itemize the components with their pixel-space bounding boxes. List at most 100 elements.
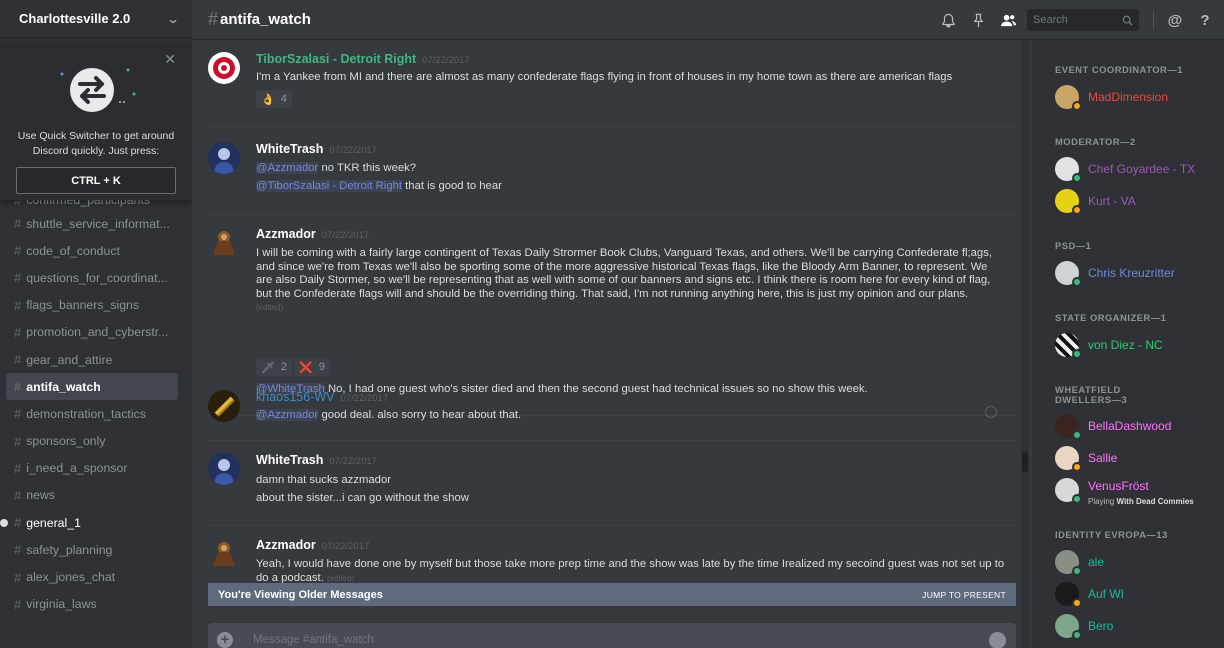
scrollbar-thumb[interactable] bbox=[1022, 452, 1028, 472]
pin-icon[interactable] bbox=[963, 13, 993, 28]
user-mention[interactable]: @TiborSzalasi - Detroit Right bbox=[256, 180, 403, 192]
channel-item[interactable]: # code_of_conduct bbox=[6, 237, 178, 264]
status-indicator bbox=[1072, 173, 1082, 183]
message-author[interactable]: Azzmador bbox=[256, 227, 316, 241]
hash-icon: # bbox=[14, 379, 22, 395]
reaction-count: 4 bbox=[280, 93, 287, 105]
message-author[interactable]: WhiteTrash bbox=[256, 453, 323, 467]
avatar[interactable] bbox=[208, 538, 240, 570]
status-indicator bbox=[1072, 101, 1082, 111]
reaction[interactable]: ❌ 9 bbox=[294, 358, 330, 376]
hash-icon: # bbox=[14, 297, 22, 313]
discord-app: Charlottesville 2.0 ⌄ ✕ Use Quick Switch… bbox=[0, 0, 1224, 648]
member-item[interactable]: Kurt - VA bbox=[1055, 188, 1136, 215]
message-timestamp: 07/22/2017 bbox=[422, 55, 470, 66]
scrollbar-track[interactable] bbox=[1021, 40, 1029, 648]
channel-item-unread[interactable]: # general_1 bbox=[0, 509, 178, 536]
message-text: I will be coming with a fairly large con… bbox=[256, 247, 1001, 301]
message-text-fragment: that is good to hear bbox=[402, 180, 502, 192]
channel-name: general_1 bbox=[26, 515, 81, 530]
search-input[interactable]: Search bbox=[1027, 9, 1139, 31]
message-author[interactable]: WhiteTrash bbox=[256, 142, 323, 156]
reaction[interactable]: 👌 4 bbox=[256, 90, 292, 108]
channel-item[interactable]: # virginia_laws bbox=[6, 591, 178, 618]
member-item[interactable]: Chef Goyardee - TX bbox=[1055, 156, 1195, 183]
status-indicator bbox=[1072, 205, 1082, 215]
channel-name: demonstration_tactics bbox=[26, 406, 146, 421]
channel-name: virginia_laws bbox=[26, 597, 97, 612]
help-icon[interactable]: ? bbox=[1190, 12, 1220, 29]
member-item[interactable]: Bero bbox=[1055, 613, 1114, 640]
member-item[interactable]: BellaDashwood bbox=[1055, 413, 1171, 440]
message-text-fragment: good deal. also sorry to hear about that… bbox=[318, 409, 522, 421]
member-name: Sallie bbox=[1088, 451, 1118, 465]
channel-item[interactable]: # flags_banners_signs bbox=[6, 292, 178, 319]
message-author[interactable]: Azzmador bbox=[256, 538, 316, 552]
member-item[interactable]: Sallie bbox=[1055, 445, 1118, 472]
add-reaction-icon[interactable] bbox=[985, 406, 997, 418]
status-indicator bbox=[1072, 566, 1082, 576]
channel-header: # antifa_watch Search @ ? bbox=[192, 0, 1224, 40]
channel-item[interactable]: # demonstration_tactics bbox=[6, 400, 178, 427]
user-mention[interactable]: @Azzmador bbox=[256, 162, 319, 174]
chevron-down-icon[interactable]: ⌄ bbox=[166, 12, 180, 26]
cross-icon: ❌ bbox=[299, 361, 313, 374]
emoji-picker-icon[interactable] bbox=[989, 632, 1006, 648]
channel-item[interactable]: # safety_planning bbox=[6, 536, 178, 563]
message-list: TiborSzalasi - Detroit Right 07/22/2017 … bbox=[192, 40, 1032, 648]
members-icon[interactable] bbox=[993, 13, 1023, 28]
avatar[interactable] bbox=[208, 453, 240, 485]
channel-item[interactable]: # sponsors_only bbox=[6, 428, 178, 455]
message-author[interactable]: khaos156-WV bbox=[256, 390, 335, 404]
member-item[interactable]: ale bbox=[1055, 549, 1104, 576]
channel-item[interactable]: # i_need_a_sponsor bbox=[6, 455, 178, 482]
avatar bbox=[1055, 582, 1082, 608]
role-header: PSD—1 bbox=[1055, 240, 1092, 251]
channel-item[interactable]: # questions_for_coordinat... bbox=[6, 264, 178, 291]
avatar[interactable] bbox=[208, 227, 240, 259]
avatar bbox=[1055, 333, 1082, 359]
channel-item[interactable]: # shuttle_service_informat... bbox=[6, 210, 178, 237]
avatar[interactable] bbox=[208, 52, 240, 84]
role-header: MODERATOR—2 bbox=[1055, 136, 1136, 147]
member-item[interactable]: MadDimension bbox=[1055, 84, 1168, 111]
channel-name: i_need_a_sponsor bbox=[26, 461, 128, 476]
member-name: Bero bbox=[1088, 619, 1114, 633]
channel-item[interactable]: # alex_jones_chat bbox=[6, 563, 178, 590]
reaction-count: 2 bbox=[280, 361, 288, 373]
message-author[interactable]: TiborSzalasi - Detroit Right bbox=[256, 52, 416, 66]
jump-to-present-button[interactable]: JUMP TO PRESENT bbox=[922, 590, 1006, 600]
mentions-icon[interactable]: @ bbox=[1160, 12, 1190, 29]
avatar bbox=[1055, 414, 1082, 440]
channel-item[interactable]: # gear_and_attire bbox=[6, 346, 178, 373]
channel-item[interactable]: # news bbox=[6, 482, 178, 509]
upload-plus-icon[interactable]: + bbox=[217, 632, 233, 648]
channel-item[interactable]: # promotion_and_cyberstr... bbox=[6, 319, 178, 346]
message-paragraph: Yeah, I would have done one by myself bu… bbox=[256, 558, 1005, 584]
channel-title: # antifa_watch bbox=[208, 9, 311, 30]
message-text: I'm a Yankee from MI and there are almos… bbox=[256, 71, 953, 83]
message-header: TiborSzalasi - Detroit Right 07/22/2017 bbox=[256, 52, 470, 66]
member-item[interactable]: Auf WI bbox=[1055, 581, 1124, 608]
older-messages-banner: You're Viewing Older Messages JUMP TO PR… bbox=[208, 583, 1016, 606]
server-header[interactable]: Charlottesville 2.0 ⌄ bbox=[0, 0, 192, 38]
bell-icon[interactable] bbox=[933, 13, 963, 28]
avatar[interactable] bbox=[208, 390, 240, 422]
channel-item-active[interactable]: # antifa_watch bbox=[6, 373, 178, 401]
message-divider bbox=[208, 440, 1016, 441]
activity-game: With Dead Commies bbox=[1116, 497, 1194, 506]
member-item[interactable]: von Diez - NC bbox=[1055, 332, 1163, 359]
avatar[interactable] bbox=[208, 142, 240, 174]
message-input[interactable]: Message #antifa_watch bbox=[253, 634, 374, 646]
hash-icon: # bbox=[14, 596, 22, 612]
status-indicator bbox=[1072, 630, 1082, 640]
user-mention[interactable]: @Azzmador bbox=[256, 409, 319, 421]
reaction[interactable]: 🗡 2 bbox=[256, 358, 293, 376]
message-text-fragment: No, I had one guest who's sister died an… bbox=[324, 383, 868, 395]
member-item[interactable]: Chris Kreuzritter bbox=[1055, 260, 1175, 287]
reaction-count: 9 bbox=[318, 361, 325, 373]
close-icon[interactable]: ✕ bbox=[164, 51, 176, 68]
channel-name: safety_planning bbox=[26, 542, 113, 557]
hash-icon: # bbox=[14, 460, 22, 476]
member-item[interactable]: VenusFröst Playing With Dead Commies bbox=[1055, 477, 1194, 506]
